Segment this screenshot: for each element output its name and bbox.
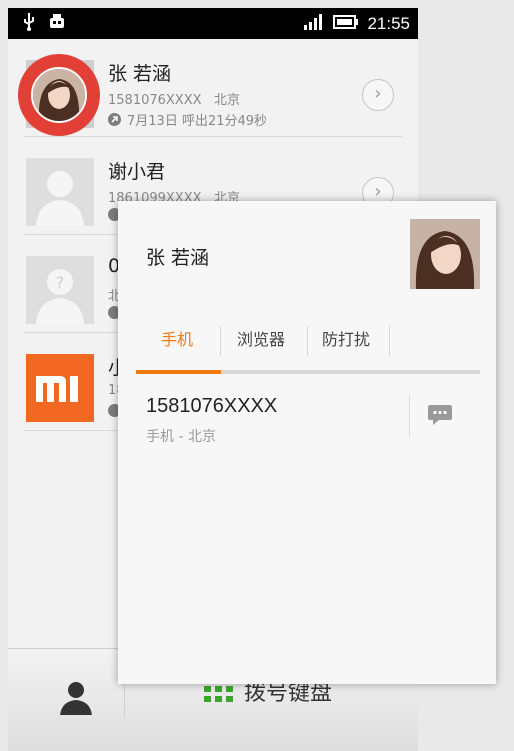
popup-contact-photo[interactable] (410, 219, 480, 289)
contact-quick-popup: 张 若涵 手机 浏览器 防打扰 1581076XXXX 手机 - 北京 (118, 201, 496, 684)
status-time: 21:55 (367, 14, 410, 33)
tab-browser[interactable]: 浏览器 (237, 326, 285, 360)
tab-separator (220, 326, 221, 356)
popup-phone-number[interactable]: 1581076XXXX (146, 395, 277, 418)
tab-do-not-disturb[interactable]: 防打扰 (322, 326, 370, 360)
popup-phone-type: 手机 - 北京 (146, 429, 216, 445)
contacts-icon[interactable] (56, 677, 96, 717)
contact-name: 张 若涵 (108, 63, 172, 85)
status-bar: 21:55 (8, 8, 418, 39)
contact-photo (31, 67, 87, 123)
android-debug-icon (48, 13, 66, 35)
mi-logo-icon (26, 354, 94, 422)
tab-indicator-track (136, 370, 480, 374)
last-call-info: 7月13日 呼出21分49秒 (108, 110, 267, 129)
contact-name: 谢小君 (108, 161, 166, 183)
selected-contact-avatar[interactable] (18, 54, 100, 136)
svg-text:?: ? (56, 273, 65, 292)
action-divider (409, 395, 410, 437)
usb-icon (22, 13, 36, 35)
contact-detail-button[interactable]: › (362, 79, 394, 111)
contact-number: 1581076XXXX 北京 (108, 93, 240, 108)
message-icon[interactable] (427, 403, 453, 427)
tab-indicator (136, 370, 221, 374)
tab-separator (389, 326, 390, 356)
popup-tabs: 手机 浏览器 防打扰 (136, 326, 480, 360)
battery-icon (333, 14, 359, 34)
default-avatar-icon (26, 158, 94, 226)
tab-phone[interactable]: 手机 (161, 326, 193, 360)
signal-icon (303, 13, 325, 35)
outgoing-call-icon (108, 113, 121, 126)
unknown-avatar-icon: ? (26, 256, 94, 324)
tab-separator (307, 326, 308, 356)
popup-contact-name: 张 若涵 (146, 247, 210, 269)
